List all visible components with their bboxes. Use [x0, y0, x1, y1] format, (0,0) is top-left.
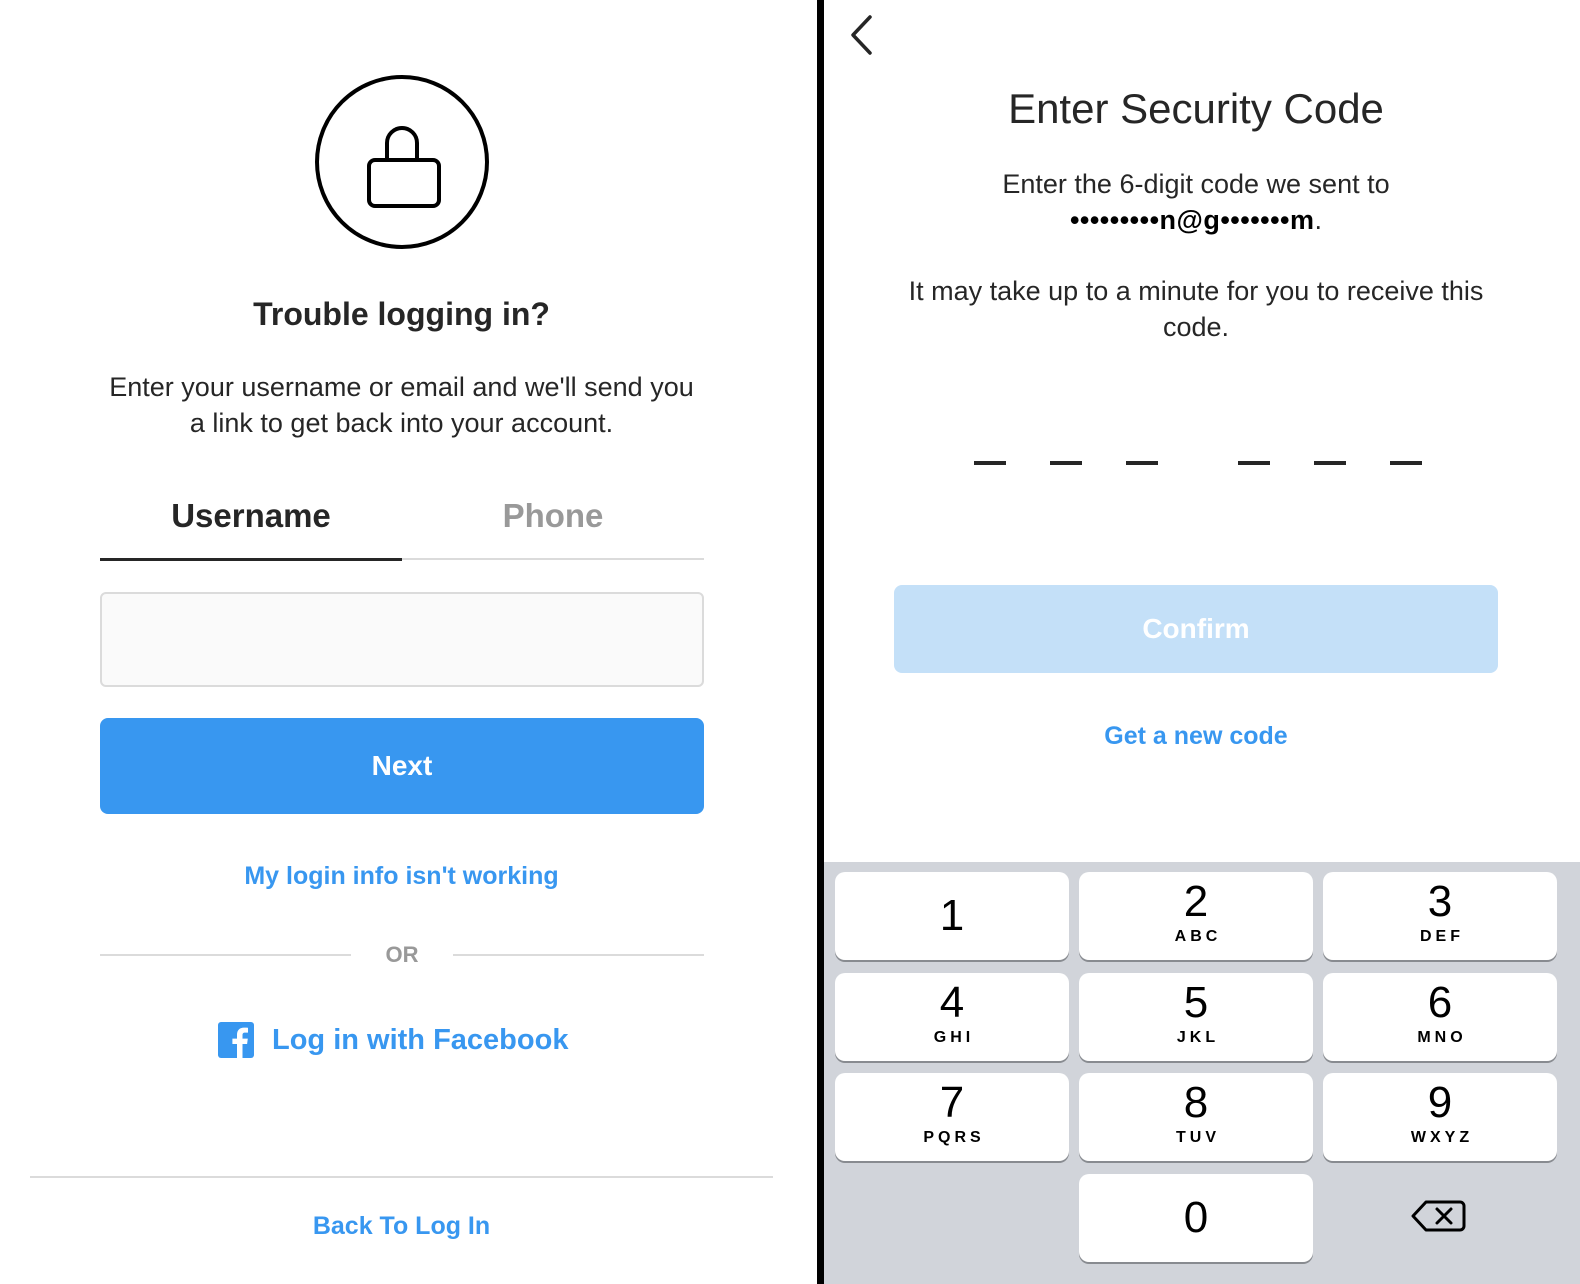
backspace-icon[interactable] — [1404, 1192, 1484, 1240]
code-digit-slot[interactable] — [1238, 461, 1270, 465]
key-digit: 9 — [1427, 1078, 1453, 1127]
key-letters: MNO — [1417, 1029, 1467, 1046]
key-2[interactable]: 2 ABC — [1079, 872, 1313, 960]
key-digit: 7 — [939, 1078, 965, 1127]
screen-divider — [817, 0, 824, 1284]
key-digit: 2 — [1183, 877, 1209, 926]
footer-divider — [30, 1176, 773, 1178]
lock-icon — [315, 75, 489, 249]
key-letters: WXYZ — [1410, 1129, 1474, 1146]
wait-note: It may take up to a minute for you to re… — [908, 276, 1484, 342]
key-6[interactable]: 6 MNO — [1323, 973, 1557, 1061]
security-code-input[interactable] — [974, 461, 1424, 467]
next-button[interactable]: Next — [100, 718, 704, 814]
key-0[interactable]: 0 — [1079, 1174, 1313, 1262]
code-sent-text: Enter the 6-digit code we sent to ••••••… — [884, 166, 1508, 238]
login-info-not-working-link[interactable]: My login info isn't working — [0, 862, 803, 891]
username-or-email-input[interactable] — [100, 592, 704, 687]
masked-email: •••••••••n@g•••••••m — [1069, 205, 1315, 235]
tab-username[interactable]: Username — [100, 488, 402, 561]
key-4[interactable]: 4 GHI — [835, 973, 1069, 1061]
code-digit-slot[interactable] — [1126, 461, 1158, 465]
get-new-code-link[interactable]: Get a new code — [824, 722, 1568, 751]
code-digit-slot[interactable] — [1314, 461, 1346, 465]
code-digit-slot[interactable] — [1390, 461, 1422, 465]
recovery-method-tabs: Username Phone — [100, 488, 704, 561]
trouble-logging-in-screen: Trouble logging in? Enter your username … — [0, 0, 817, 1284]
masked-email-line: •••••••••n@g•••••••m. — [884, 202, 1508, 238]
or-label: OR — [385, 942, 419, 967]
masked-email-suffix: . — [1314, 205, 1323, 235]
back-to-login-link[interactable]: Back To Log In — [0, 1212, 803, 1241]
key-1[interactable]: 1 — [835, 872, 1069, 960]
key-3[interactable]: 3 DEF — [1323, 872, 1557, 960]
divider-line — [453, 954, 704, 956]
key-digit: 0 — [1183, 1193, 1209, 1242]
code-digit-slot[interactable] — [1050, 461, 1082, 465]
facebook-icon — [218, 1022, 254, 1058]
security-code-screen: Enter Security Code Enter the 6-digit co… — [824, 0, 1580, 1284]
key-letters: ABC — [1174, 928, 1222, 945]
key-8[interactable]: 8 TUV — [1079, 1073, 1313, 1161]
key-5[interactable]: 5 JKL — [1079, 973, 1313, 1061]
key-7[interactable]: 7 PQRS — [835, 1073, 1069, 1161]
page-title: Trouble logging in? — [253, 296, 550, 332]
key-9[interactable]: 9 WXYZ — [1323, 1073, 1557, 1161]
code-digit-slot[interactable] — [974, 461, 1006, 465]
confirm-button[interactable]: Confirm — [894, 585, 1498, 673]
page-title: Enter Security Code — [1008, 85, 1384, 132]
key-digit: 4 — [939, 978, 965, 1027]
key-digit: 5 — [1183, 978, 1209, 1027]
key-digit: 6 — [1427, 978, 1453, 1027]
divider-line — [100, 954, 351, 956]
chevron-left-icon[interactable] — [848, 14, 878, 56]
key-letters: PQRS — [923, 1129, 985, 1146]
facebook-login-link[interactable]: Log in with Facebook — [218, 1020, 568, 1060]
key-digit: 1 — [939, 891, 965, 940]
key-digit: 3 — [1427, 877, 1453, 926]
key-letters: DEF — [1420, 928, 1464, 945]
code-sent-prefix: Enter the 6-digit code we sent to — [1002, 169, 1390, 199]
key-digit: 8 — [1183, 1078, 1209, 1127]
key-letters: GHI — [933, 1029, 975, 1046]
tab-phone[interactable]: Phone — [402, 488, 704, 560]
instructions-text: Enter your username or email and we'll s… — [109, 372, 694, 438]
key-letters: TUV — [1176, 1129, 1220, 1146]
or-divider: OR — [100, 942, 704, 972]
key-letters: JKL — [1176, 1029, 1220, 1046]
numeric-keypad: 1 2 ABC 3 DEF 4 GHI 5 JKL 6 MNO 7 PQRS 8… — [824, 862, 1580, 1284]
facebook-login-label: Log in with Facebook — [272, 1023, 569, 1056]
